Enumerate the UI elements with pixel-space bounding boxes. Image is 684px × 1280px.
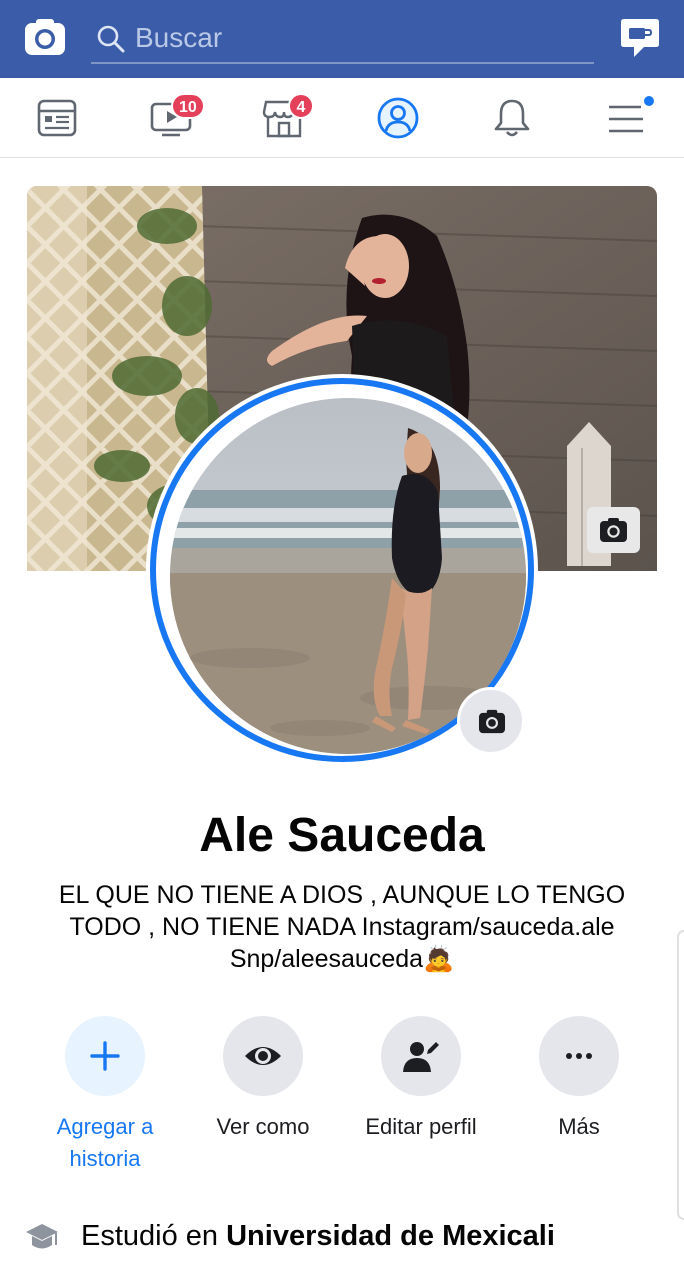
edit-profile-circle xyxy=(381,1016,461,1096)
tab-profile[interactable] xyxy=(358,78,438,158)
tab-menu[interactable] xyxy=(586,78,666,158)
menu-notification-dot xyxy=(642,94,656,108)
search-bar[interactable] xyxy=(91,14,594,64)
education-prefix: Estudió en xyxy=(81,1220,227,1252)
news-feed-icon xyxy=(37,99,77,137)
nav-row: 10 4 xyxy=(0,78,684,158)
bio-line-3-text: Snp/aleesauceda xyxy=(229,945,424,973)
more-button[interactable]: Más xyxy=(509,1016,649,1143)
more-icon xyxy=(566,1053,592,1059)
marketplace-badge: 4 xyxy=(288,93,314,119)
messenger-icon[interactable] xyxy=(620,17,660,59)
bowing-person-emoji: 🙇 xyxy=(423,945,455,973)
education-text: Estudió en Universidad de Mexicali xyxy=(81,1220,555,1253)
school-name[interactable]: Universidad de Mexicali xyxy=(226,1220,555,1252)
edit-profile-button[interactable]: Editar perfil xyxy=(351,1016,491,1143)
tab-watch[interactable]: 10 xyxy=(131,78,211,158)
bio-line-3: Snp/aleesauceda🙇 xyxy=(52,943,632,975)
more-circle xyxy=(539,1016,619,1096)
search-input[interactable] xyxy=(135,18,575,58)
camera-icon[interactable] xyxy=(24,17,66,57)
camera-icon xyxy=(478,709,506,734)
profile-bio: EL QUE NO TIENE A DIOS , AUNQUE LO TENGO… xyxy=(52,879,632,975)
add-to-story-circle xyxy=(65,1016,145,1096)
add-to-story-label-line-1: Agregar a xyxy=(56,1114,154,1139)
scrollbar[interactable] xyxy=(677,930,684,1220)
view-as-circle xyxy=(223,1016,303,1096)
add-to-story-label: Agregar a historia xyxy=(35,1111,175,1175)
watch-badge: 10 xyxy=(171,93,205,119)
view-as-label: Ver como xyxy=(216,1114,310,1139)
graduation-cap-icon xyxy=(26,1224,58,1249)
view-as-button[interactable]: Ver como xyxy=(193,1016,333,1143)
cover-camera-button[interactable] xyxy=(587,507,640,553)
camera-icon xyxy=(600,518,627,542)
profile-name: Ale Sauceda xyxy=(199,809,485,862)
more-label: Más xyxy=(558,1114,600,1139)
tab-news-feed[interactable] xyxy=(17,78,97,158)
top-bar xyxy=(0,0,684,78)
plus-icon xyxy=(90,1041,120,1071)
edit-profile-label: Editar perfil xyxy=(365,1114,477,1139)
tab-notifications[interactable] xyxy=(472,78,552,158)
bio-line-1: EL QUE NO TIENE A DIOS , AUNQUE LO TENGO xyxy=(58,881,626,909)
bio-line-2: TODO , NO TIENE NADA Instagram/sauceda.a… xyxy=(69,913,615,941)
add-to-story-button[interactable]: Agregar a historia xyxy=(35,1016,175,1175)
add-to-story-label-line-2: historia xyxy=(69,1146,141,1171)
search-icon xyxy=(97,25,125,53)
profile-icon xyxy=(377,97,419,139)
edit-profile-icon xyxy=(403,1042,439,1072)
education-row[interactable]: Estudió en Universidad de Mexicali xyxy=(24,1218,664,1258)
eye-icon xyxy=(245,1047,281,1065)
tab-marketplace[interactable]: 4 xyxy=(244,78,324,158)
profile-camera-button[interactable] xyxy=(457,687,525,755)
bell-icon xyxy=(494,99,530,137)
